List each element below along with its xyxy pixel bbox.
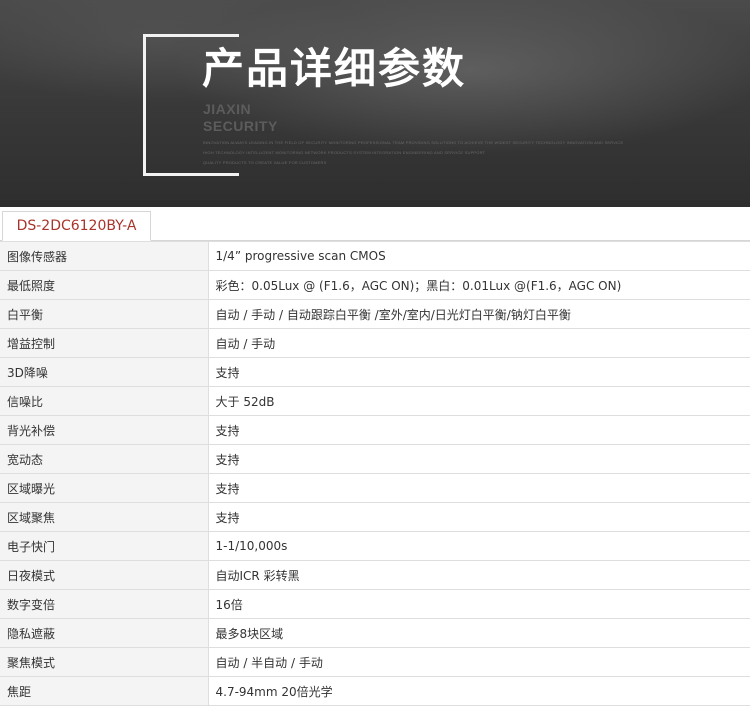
brand-line-1: JIAXIN [203, 101, 252, 117]
spec-value: 自动 / 半自动 / 手动 [208, 647, 750, 677]
table-row: 最低照度 彩色：0.05Lux @ (F1.6，AGC ON)；黑白：0.01Lu… [0, 270, 750, 300]
table-row: 宽动态 支持 [0, 444, 750, 474]
page-title: 产品详细参数 [202, 44, 467, 93]
spec-value: 自动 / 手动 [208, 328, 750, 358]
table-row: 聚焦模式 自动 / 半自动 / 手动 [0, 647, 750, 677]
spec-value: 支持 [208, 502, 750, 532]
spec-value: 支持 [208, 444, 750, 474]
spec-value: 1/4” progressive scan CMOS [208, 241, 750, 271]
table-row: 信噪比 大于 52dB [0, 386, 750, 416]
spec-label: 区域曝光 [0, 473, 209, 503]
spec-value: 自动 / 手动 / 自动跟踪白平衡 /室外/室内/日光灯白平衡/钠灯白平衡 [208, 299, 750, 329]
spec-label: 信噪比 [0, 386, 209, 416]
table-row: 电子快门 1-1/10,000s [0, 531, 750, 561]
fine-print-line-3: QUALITY PRODUCTS TO CREATE VALUE FOR CUS… [203, 160, 327, 165]
spec-label: 白平衡 [0, 299, 209, 329]
spec-label: 焦距 [0, 676, 209, 706]
spec-label: 电子快门 [0, 531, 209, 561]
table-row: 背光补偿 支持 [0, 415, 750, 445]
table-row: 数字变倍 16倍 [0, 589, 750, 619]
table-row: 区域曝光 支持 [0, 473, 750, 503]
spec-value: 支持 [208, 415, 750, 445]
spec-label: 增益控制 [0, 328, 209, 358]
spec-label: 背光补偿 [0, 415, 209, 445]
table-row: 焦距 4.7-94mm 20倍光学 [0, 676, 750, 706]
table-row: 日夜模式 自动ICR 彩转黑 [0, 560, 750, 590]
brand-fine-print: INNOVATION ALWAYS LEADING IN THE FIELD O… [203, 138, 653, 168]
table-row: 区域聚焦 支持 [0, 502, 750, 532]
spec-label: 隐私遮蔽 [0, 618, 209, 648]
spec-value: 大于 52dB [208, 386, 750, 416]
spec-value: 1-1/10,000s [208, 531, 750, 561]
spec-value: 彩色：0.05Lux @ (F1.6，AGC ON)；黑白：0.01Lux @(… [208, 270, 750, 300]
spec-label: 日夜模式 [0, 560, 209, 590]
spec-label: 3D降噪 [0, 357, 209, 387]
spec-label: 聚焦模式 [0, 647, 209, 677]
spec-label: 宽动态 [0, 444, 209, 474]
tab-strip: DS-2DC6120BY-A [0, 207, 750, 241]
spec-label: 图像传感器 [0, 241, 209, 271]
fine-print-line-2: HIGH TECHNOLOGY INTELLIGENT MONITORING N… [203, 150, 486, 155]
table-row: 隐私遮蔽 最多8块区域 [0, 618, 750, 648]
spec-table-body: 图像传感器 1/4” progressive scan CMOS 最低照度 彩色：0.… [0, 241, 750, 706]
spec-label: 区域聚焦 [0, 502, 209, 532]
spec-label: 数字变倍 [0, 589, 209, 619]
spec-value: 自动ICR 彩转黑 [208, 560, 750, 590]
header-banner: 产品详细参数 JIAXIN SECURITY INNOVATION ALWAYS… [0, 0, 750, 207]
table-row: 3D降噪 支持 [0, 357, 750, 387]
brand-watermark: JIAXIN SECURITY [203, 101, 278, 135]
spec-table: 图像传感器 1/4” progressive scan CMOS 最低照度 彩色：0.… [0, 241, 750, 706]
tab-model[interactable]: DS-2DC6120BY-A [2, 211, 151, 241]
spec-value: 4.7-94mm 20倍光学 [208, 676, 750, 706]
table-row: 图像传感器 1/4” progressive scan CMOS [0, 241, 750, 271]
fine-print-line-1: INNOVATION ALWAYS LEADING IN THE FIELD O… [203, 140, 624, 145]
spec-value: 最多8块区域 [208, 618, 750, 648]
brand-line-2: SECURITY [203, 118, 278, 134]
spec-value: 16倍 [208, 589, 750, 619]
spec-label: 最低照度 [0, 270, 209, 300]
table-row: 白平衡 自动 / 手动 / 自动跟踪白平衡 /室外/室内/日光灯白平衡/钠灯白平衡 [0, 299, 750, 329]
spec-value: 支持 [208, 357, 750, 387]
table-row: 增益控制 自动 / 手动 [0, 328, 750, 358]
spec-value: 支持 [208, 473, 750, 503]
